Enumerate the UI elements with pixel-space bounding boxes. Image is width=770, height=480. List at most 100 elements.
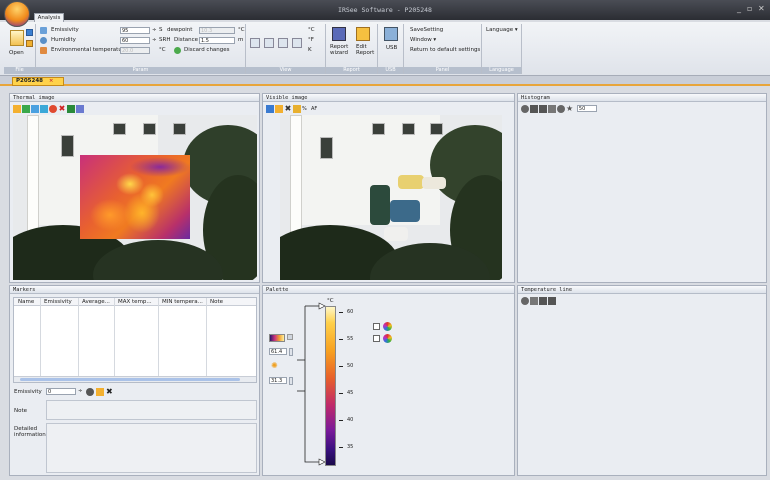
column-header[interactable]: MAX temp... [118, 299, 152, 305]
column-header[interactable]: MIN tempera... [162, 299, 203, 305]
histogram-bins-input[interactable]: 50 [576, 105, 597, 112]
refresh-icon[interactable] [521, 297, 529, 305]
view-overlay-icon[interactable] [278, 38, 288, 48]
app-menu-orb-icon[interactable] [4, 1, 30, 27]
palette-selector[interactable] [269, 334, 285, 342]
minimize-button[interactable]: _ [737, 4, 741, 13]
report-wizard-icon[interactable] [332, 27, 346, 41]
distance-unit: m [238, 37, 244, 43]
auto-range-icon[interactable]: ✺ [271, 361, 278, 370]
apply-icon[interactable] [86, 388, 94, 396]
dumpster [370, 185, 390, 225]
palette-panel: Palette 61.4 ✺ 31.3 °C 60 55 50 45 40 35 [262, 285, 515, 476]
open-icon[interactable] [275, 105, 283, 113]
thermal-image[interactable] [13, 115, 257, 280]
humidity-input[interactable]: 60 [120, 37, 150, 44]
document-tab[interactable]: P205248 × [12, 77, 64, 86]
spinner-glyph[interactable]: ÷ [152, 37, 157, 43]
point-icon[interactable] [22, 105, 30, 113]
column-header[interactable]: Name [18, 299, 34, 305]
unit-celsius[interactable]: °C [308, 27, 315, 33]
view-visible-icon[interactable] [264, 38, 274, 48]
language-menu[interactable]: Language ▾ [486, 27, 518, 33]
delete-icon[interactable]: ✖ [58, 105, 66, 113]
view-pip-icon[interactable] [292, 38, 302, 48]
tab-analysis[interactable]: Analysis [34, 13, 64, 22]
marker-emissivity-input[interactable]: 0 [46, 388, 76, 395]
note-textarea[interactable] [46, 400, 257, 420]
refresh-icon[interactable] [521, 105, 529, 113]
color-wheel-icon[interactable] [383, 334, 392, 343]
color-wheel-icon[interactable] [383, 322, 392, 331]
detailed-info-textarea[interactable] [46, 423, 257, 473]
unit-kelvin[interactable]: K [308, 47, 312, 53]
report-wizard-button[interactable]: Report wizard [330, 44, 350, 56]
window-menu[interactable]: Window ▾ [410, 37, 436, 43]
spinner-glyph[interactable]: ÷ [152, 27, 157, 33]
maximize-button[interactable]: ▫ [747, 4, 752, 13]
env-temp-label: Environmental temperature [51, 47, 128, 53]
horizontal-scrollbar[interactable] [14, 376, 256, 382]
visible-image[interactable] [280, 115, 502, 280]
spinner-glyph[interactable]: ÷ [78, 388, 83, 394]
table-icon[interactable] [539, 105, 547, 113]
save-icon[interactable] [548, 105, 556, 113]
discard-icon[interactable] [174, 47, 181, 54]
star-icon[interactable]: ★ [566, 105, 574, 113]
table-icon[interactable] [548, 297, 556, 305]
checkbox[interactable] [373, 335, 380, 342]
save-icon[interactable] [530, 297, 538, 305]
line-icon[interactable] [31, 105, 39, 113]
edit-report-button[interactable]: Edit Report [356, 44, 374, 56]
view-thermal-icon[interactable] [250, 38, 260, 48]
return-default-button[interactable]: Return to default settings [410, 47, 480, 53]
save-setting-button[interactable]: SaveSetting [410, 27, 443, 33]
ribbon-group-file: Open File [4, 24, 36, 74]
save-icon[interactable] [26, 29, 33, 36]
close-tab-icon[interactable]: × [49, 78, 54, 84]
save-icon[interactable] [96, 388, 104, 396]
detailed-info-label: Detailed information [14, 426, 46, 438]
column-header[interactable]: Note [210, 299, 223, 305]
open-button[interactable]: Open [9, 50, 24, 56]
distance-input[interactable]: 1.5 [199, 37, 235, 44]
emissivity-input[interactable]: 95 [120, 27, 150, 34]
column-header[interactable]: Average... [82, 299, 110, 305]
open-folder-icon[interactable] [10, 30, 24, 46]
circle-icon[interactable] [49, 105, 57, 113]
window [320, 137, 333, 159]
env-temp-input[interactable]: 20.0 [120, 47, 150, 54]
usb-icon[interactable] [384, 27, 398, 41]
export-icon[interactable] [26, 40, 33, 47]
polygon-icon[interactable] [67, 105, 75, 113]
chart-icon[interactable] [539, 297, 547, 305]
checkbox[interactable] [373, 323, 380, 330]
settings-icon[interactable] [76, 105, 84, 113]
close-icon[interactable]: ✖ [284, 105, 292, 113]
column-header[interactable]: Emissivity [44, 299, 72, 305]
max-temp-input[interactable]: 61.4 [269, 348, 287, 355]
usb-button[interactable]: USB [386, 45, 397, 51]
picture-icon[interactable] [266, 105, 274, 113]
edit-report-icon[interactable] [356, 27, 370, 41]
min-temp-input[interactable]: 31.3 [269, 377, 287, 384]
dewpoint-input[interactable]: 10.3 [199, 27, 235, 34]
delete-icon[interactable]: ✖ [106, 387, 113, 396]
discard-changes-button[interactable]: Discard changes [184, 47, 230, 53]
car [422, 177, 446, 189]
thermal-overlay[interactable] [80, 155, 190, 239]
markers-table[interactable]: Name Emissivity Average... MAX temp... M… [13, 297, 257, 383]
brush-icon[interactable] [293, 105, 301, 113]
open-icon[interactable] [13, 105, 21, 113]
ribbon-group-report: Report wizard Edit Report Report [326, 24, 378, 74]
visible-toolbar: ✖% AF [266, 105, 320, 114]
percent-icon[interactable]: % [302, 105, 310, 113]
export-icon[interactable] [557, 105, 565, 113]
close-button[interactable]: ✕ [758, 4, 765, 13]
ribbon-group-usb: USB USB [378, 24, 404, 74]
unit-fahrenheit[interactable]: °F [308, 37, 314, 43]
chart-icon[interactable] [530, 105, 538, 113]
scrollbar-thumb[interactable] [20, 378, 240, 381]
autofocus-icon[interactable]: AF [311, 105, 319, 113]
area-icon[interactable] [40, 105, 48, 113]
